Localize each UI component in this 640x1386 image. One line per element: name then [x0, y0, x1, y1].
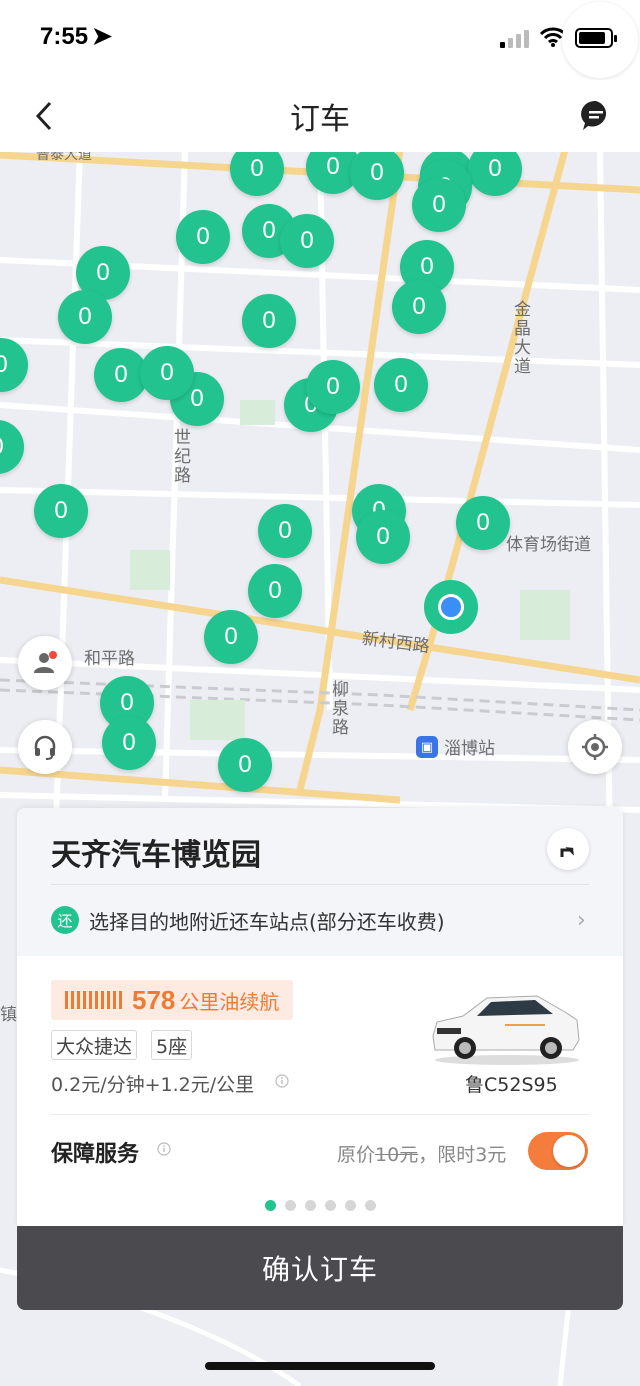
user-center-button[interactable]	[18, 636, 72, 690]
map-label-tiyuchang-street: 体育场街道	[506, 535, 591, 555]
map-label-shiji-road: 世纪路	[170, 428, 190, 485]
range-tag: 578 公里油续航	[51, 980, 294, 1020]
station-marker[interactable]: 0	[280, 214, 334, 268]
carousel-dot[interactable]	[264, 1200, 276, 1211]
station-marker[interactable]: 0	[218, 738, 272, 792]
map-label-liuquan-road: 柳泉路	[328, 680, 348, 737]
insurance-label: 保障服务	[51, 1142, 140, 1167]
map-label-heping-road: 和平路	[84, 649, 135, 669]
price-text: 0.2元/分钟+1.2元/公里	[51, 1074, 255, 1096]
booking-card: 天齐汽车博览园 还 选择目的地附近还车站点(部分还车收费) › 578 公里油续…	[17, 808, 623, 1226]
carousel-dot[interactable]	[304, 1200, 316, 1211]
station-marker[interactable]: 0	[392, 280, 446, 334]
message-icon	[581, 100, 607, 130]
station-marker[interactable]: 0	[204, 610, 258, 664]
map-label-road-top: 普泰大道	[36, 150, 92, 163]
turn-arrow-icon	[560, 847, 574, 857]
car-model-chip: 大众捷达	[51, 1030, 138, 1060]
headset-icon	[34, 735, 56, 760]
confirm-order-button[interactable]: 确认订车	[17, 1226, 623, 1310]
status-time: 7:55 ➤	[40, 23, 113, 50]
license-plate: 鲁C52S95	[465, 1074, 558, 1096]
card-header: 天齐汽车博览园 还 选择目的地附近还车站点(部分还车收费) ›	[17, 808, 623, 956]
cellular-signal-icon	[500, 30, 529, 48]
location-arrow-icon: ➤	[92, 23, 113, 50]
map-label-edge: 镇	[0, 1005, 17, 1025]
range-label: 公里油续航	[179, 989, 280, 1014]
carousel-dot[interactable]	[364, 1200, 376, 1211]
return-station-tip[interactable]: 选择目的地附近还车站点(部分还车收费)	[89, 906, 445, 935]
map-label-zibo-station: 淄博站	[444, 739, 495, 759]
station-marker[interactable]: 0	[34, 484, 88, 538]
station-marker[interactable]: 0	[258, 504, 312, 558]
map-label-jinjing-road: 金晶大道	[510, 300, 530, 376]
battery-icon	[575, 28, 617, 48]
car-image	[432, 995, 580, 1065]
station-marker[interactable]: 0	[176, 210, 230, 264]
fuel-bars-icon	[65, 991, 122, 1009]
bus-station-icon: ▣	[416, 736, 438, 758]
current-location-marker	[424, 580, 478, 634]
station-marker[interactable]: 0	[140, 346, 194, 400]
carousel-dot[interactable]	[284, 1200, 296, 1211]
place-name: 天齐汽车博览园	[51, 838, 261, 873]
customer-service-button[interactable]	[18, 720, 72, 774]
station-marker[interactable]: 0	[456, 496, 510, 550]
user-icon	[34, 651, 57, 673]
station-marker[interactable]: 0	[58, 290, 112, 344]
status-bar: 7:55 ➤	[0, 0, 640, 80]
page-title: 订车	[290, 102, 350, 137]
carousel-dots	[17, 1200, 623, 1211]
station-marker[interactable]: 0	[242, 294, 296, 348]
insurance-toggle[interactable]	[528, 1132, 588, 1170]
divider	[51, 884, 589, 885]
locate-icon	[582, 734, 608, 760]
relocate-button[interactable]	[568, 720, 622, 774]
navigate-button[interactable]	[547, 828, 589, 870]
chevron-right-icon[interactable]: ›	[577, 908, 586, 933]
home-indicator	[205, 1362, 435, 1370]
station-marker[interactable]: 0	[306, 360, 360, 414]
info-icon[interactable]	[275, 1074, 289, 1088]
nav-bar: 订车	[0, 80, 640, 152]
return-badge: 还	[51, 906, 79, 934]
carousel-dot[interactable]	[324, 1200, 336, 1211]
insurance-price: 原价10元，限时3元	[337, 1144, 507, 1166]
station-marker[interactable]: 0	[412, 178, 466, 232]
info-icon[interactable]	[157, 1142, 171, 1156]
station-marker[interactable]: 0	[248, 564, 302, 618]
station-marker[interactable]: 0	[356, 510, 410, 564]
message-button[interactable]	[578, 98, 614, 134]
seats-chip: 5座	[151, 1030, 193, 1060]
range-value: 578	[132, 984, 176, 1015]
station-marker[interactable]: 0	[374, 358, 428, 412]
station-marker[interactable]: 0	[102, 716, 156, 770]
carousel-dot[interactable]	[344, 1200, 356, 1211]
divider	[51, 1114, 589, 1115]
